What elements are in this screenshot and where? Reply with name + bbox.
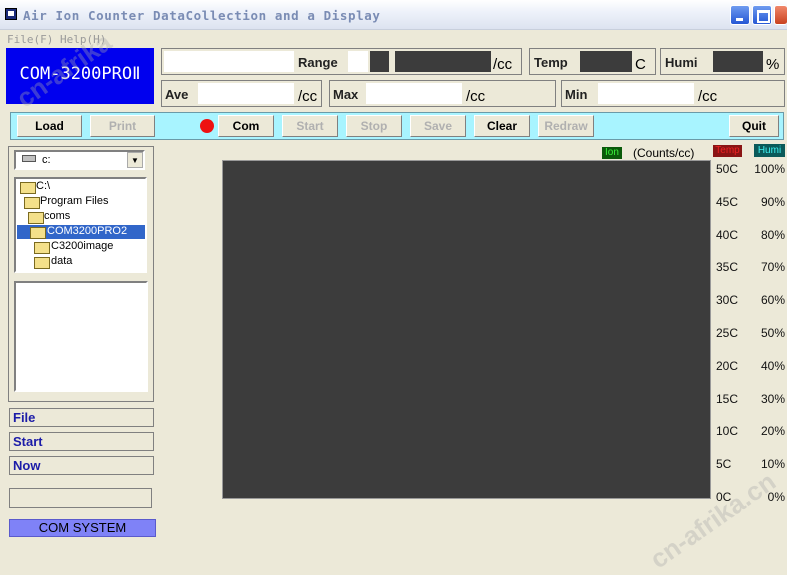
humi-axis-tick: 40% (760, 358, 785, 373)
stop-button[interactable]: Stop (346, 115, 402, 137)
temp-unit: C (635, 56, 646, 73)
temp-axis-tick: 25C (716, 326, 739, 340)
legend-ion: Ion (602, 147, 622, 159)
humi-label: Humi (665, 55, 698, 70)
now-info-field: Now (9, 456, 154, 475)
quit-button[interactable]: Quit (729, 115, 779, 137)
chevron-down-icon[interactable]: ▼ (127, 152, 143, 168)
print-button[interactable]: Print (90, 115, 155, 137)
humi-readout: Humi % (660, 48, 785, 75)
range-spacer (348, 51, 368, 72)
temp-axis-tick: 15C (716, 391, 739, 406)
humi-value-box (713, 51, 763, 72)
start-info-field: Start (9, 432, 154, 451)
humi-axis-tick: 80% (760, 227, 785, 242)
y-axis-ticks: 50C 100% 45C 90% 40C 80% 35C 70% 30C 60% 25C 50% 20C… (710, 158, 787, 508)
menu-file[interactable]: File(F) (7, 33, 53, 46)
temp-readout: Temp C (529, 48, 656, 75)
status-field (9, 488, 152, 508)
max-unit: /cc (466, 88, 486, 105)
ave-label: Ave (165, 87, 189, 102)
range-readout: Range /cc (161, 48, 522, 75)
folder-item-selected[interactable]: COM3200PRO2 (47, 225, 127, 237)
redraw-button[interactable]: Redraw (538, 115, 594, 137)
com-system-label: COM SYSTEM (9, 519, 156, 537)
folder-icon (28, 212, 44, 224)
file-info-field: File (9, 408, 154, 427)
com-status-led-icon (200, 119, 214, 133)
range-unit: /cc (493, 56, 513, 73)
range-label: Range (298, 55, 338, 70)
humi-axis-tick: 90% (760, 194, 785, 209)
max-readout: Max /cc (329, 80, 556, 107)
legend-unit: (Counts/cc) (633, 146, 695, 160)
humi-unit: % (766, 56, 780, 73)
legend-temp: Temp (713, 145, 742, 157)
folder-tree[interactable]: C:\ Program Files coms COM3200PRO2 C3200… (14, 177, 147, 273)
com-button[interactable]: Com (218, 115, 274, 137)
min-label: Min (565, 87, 588, 102)
app-icon (5, 8, 17, 20)
save-button[interactable]: Save (410, 115, 466, 137)
humi-axis-tick: 50% (760, 326, 785, 340)
range-value-box (395, 51, 491, 72)
ave-unit: /cc (298, 88, 318, 105)
min-unit: /cc (698, 88, 718, 105)
folder-item[interactable]: Program Files (40, 195, 108, 207)
temp-value-box (580, 51, 632, 72)
temp-axis-tick: 45C (716, 194, 739, 209)
folder-icon (20, 182, 36, 194)
ave-value-box (198, 83, 294, 104)
folder-item[interactable]: data (51, 255, 72, 267)
temp-axis-tick: 10C (716, 424, 739, 439)
folder-item[interactable]: C3200image (51, 240, 113, 252)
range-value-white (164, 51, 294, 72)
load-button[interactable]: Load (17, 115, 82, 137)
temp-label: Temp (534, 55, 568, 70)
max-value-box (366, 83, 462, 104)
range-lo-box (370, 51, 389, 72)
folder-item[interactable]: coms (44, 210, 70, 222)
humi-axis-tick: 60% (760, 293, 785, 308)
start-button[interactable]: Start (282, 115, 338, 137)
temp-axis-tick: 5C (716, 457, 732, 472)
min-readout: Min /cc (561, 80, 785, 107)
folder-icon (34, 257, 50, 269)
temp-axis-tick: 50C (716, 162, 739, 176)
folder-item[interactable]: C:\ (36, 180, 50, 192)
temp-axis-tick: 30C (716, 293, 739, 308)
folder-icon (30, 227, 46, 239)
drive-icon (22, 155, 36, 162)
minimize-button[interactable] (730, 5, 750, 25)
temp-axis-tick: 20C (716, 358, 739, 373)
drive-select[interactable]: c: ▼ (14, 150, 145, 170)
ave-readout: Ave /cc (161, 80, 322, 107)
chart-plot-area (222, 160, 711, 499)
drive-selected: c: (42, 154, 51, 166)
maximize-button[interactable] (752, 5, 772, 25)
humi-axis-tick: 30% (760, 391, 785, 406)
close-button[interactable] (774, 5, 787, 25)
clear-button[interactable]: Clear (474, 115, 530, 137)
legend-humi: Humi (754, 144, 785, 157)
temp-axis-tick: 40C (716, 227, 739, 242)
humi-axis-tick: 20% (760, 424, 785, 439)
folder-icon (34, 242, 50, 254)
folder-icon (24, 197, 40, 209)
max-label: Max (333, 87, 359, 102)
humi-axis-tick: 100% (754, 162, 785, 176)
file-list[interactable] (14, 281, 148, 392)
window-title: Air Ion Counter DataCollection and a Dis… (23, 8, 381, 23)
humi-axis-tick: 70% (760, 260, 785, 275)
temp-axis-tick: 35C (716, 260, 739, 275)
min-value-box (598, 83, 694, 104)
